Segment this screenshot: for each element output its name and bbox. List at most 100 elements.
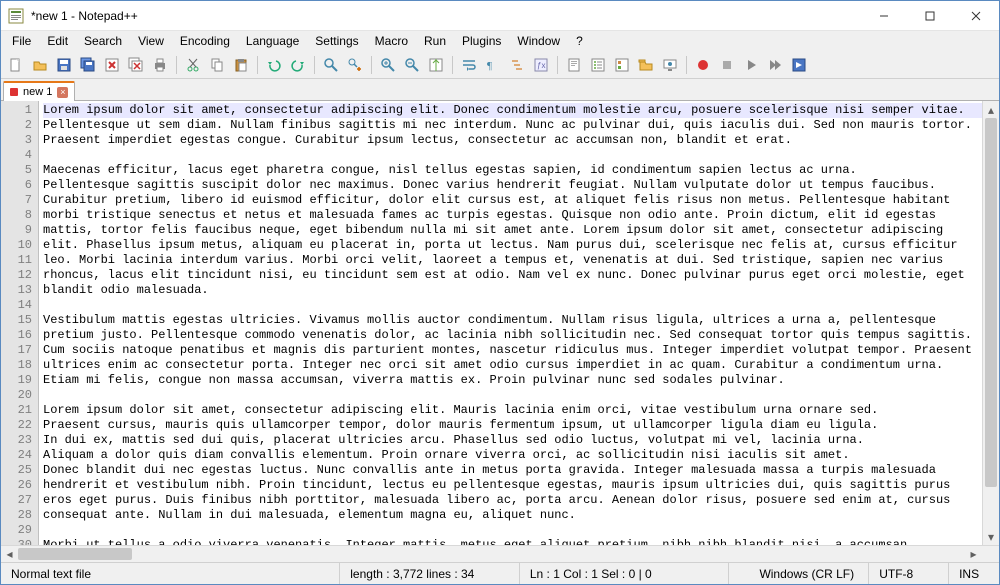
editor-line[interactable]: Donec blandit dui nec egestas luctus. Nu… xyxy=(43,463,995,478)
editor-line[interactable]: Pellentesque ut sem diam. Nullam finibus… xyxy=(43,118,995,133)
line-number: 25 xyxy=(1,463,32,478)
editor-line[interactable] xyxy=(43,298,995,313)
replace-icon[interactable] xyxy=(344,54,366,76)
doc-map-icon[interactable] xyxy=(563,54,585,76)
editor-line[interactable]: Lorem ipsum dolor sit amet, consectetur … xyxy=(43,403,995,418)
editor-line[interactable]: eros eget purus. Duis finibus nibh portt… xyxy=(43,493,995,508)
open-file-icon[interactable] xyxy=(29,54,51,76)
close-button[interactable] xyxy=(953,1,999,31)
tab-close-icon[interactable]: × xyxy=(57,87,68,98)
menu-settings[interactable]: Settings xyxy=(308,32,365,50)
title-bar: *new 1 - Notepad++ xyxy=(1,1,999,31)
close-all-icon[interactable] xyxy=(125,54,147,76)
editor-line[interactable]: Praesent cursus, mauris quis ullamcorper… xyxy=(43,418,995,433)
minimize-button[interactable] xyxy=(861,1,907,31)
menu-plugins[interactable]: Plugins xyxy=(455,32,508,50)
menu-bar: FileEditSearchViewEncodingLanguageSettin… xyxy=(1,31,999,51)
editor-line[interactable]: Aliquam a dolor quis diam convallis elem… xyxy=(43,448,995,463)
copy-icon[interactable] xyxy=(206,54,228,76)
scrollbar-thumb[interactable] xyxy=(985,118,997,487)
editor-line[interactable]: consequat ante. Nullam in dui malesuada,… xyxy=(43,508,995,523)
tab-new-1[interactable]: new 1 × xyxy=(3,81,75,101)
zoom-in-icon[interactable] xyxy=(377,54,399,76)
menu-macro[interactable]: Macro xyxy=(368,32,415,50)
play-macro-icon[interactable] xyxy=(740,54,762,76)
editor-line[interactable]: Pellentesque sagittis suscipit dolor nec… xyxy=(43,178,995,193)
menu-search[interactable]: Search xyxy=(77,32,129,50)
play-multiple-icon[interactable] xyxy=(764,54,786,76)
toolbar: ¶ ƒx xyxy=(1,51,999,79)
editor-line[interactable]: elit. Phasellus ipsum metus, aliquam eu … xyxy=(43,238,995,253)
save-icon[interactable] xyxy=(53,54,75,76)
editor-line[interactable] xyxy=(43,523,995,538)
status-eol[interactable]: Windows (CR LF) xyxy=(749,563,869,584)
horizontal-scrollbar[interactable]: ◂ ▸ xyxy=(1,545,999,562)
vertical-scrollbar[interactable]: ▴ ▾ xyxy=(982,101,999,545)
stop-macro-icon[interactable] xyxy=(716,54,738,76)
line-number: 29 xyxy=(1,523,32,538)
editor-line[interactable] xyxy=(43,148,995,163)
print-icon[interactable] xyxy=(149,54,171,76)
zoom-out-icon[interactable] xyxy=(401,54,423,76)
scroll-up-icon[interactable]: ▴ xyxy=(983,101,999,118)
menu-file[interactable]: File xyxy=(5,32,38,50)
editor-line[interactable]: hendrerit et vestibulum nibh. Proin tinc… xyxy=(43,478,995,493)
scrollbar-thumb[interactable] xyxy=(18,548,132,560)
undo-icon[interactable] xyxy=(263,54,285,76)
editor-line[interactable]: rhoncus, lacus elit tincidunt nisi, eu t… xyxy=(43,268,995,283)
menu-window[interactable]: Window xyxy=(510,32,567,50)
line-number: 8 xyxy=(1,208,32,223)
scroll-right-icon[interactable]: ▸ xyxy=(965,546,982,562)
editor-line[interactable]: leo. Morbi lacinia interdum varius. Morb… xyxy=(43,253,995,268)
function-list-icon[interactable] xyxy=(611,54,633,76)
text-editor[interactable]: Lorem ipsum dolor sit amet, consectetur … xyxy=(39,101,999,562)
maximize-button[interactable] xyxy=(907,1,953,31)
word-wrap-icon[interactable] xyxy=(458,54,480,76)
editor-line[interactable]: Cum sociis natoque penatibus et magnis d… xyxy=(43,343,995,358)
sync-vertical-icon[interactable] xyxy=(425,54,447,76)
menu-run[interactable]: Run xyxy=(417,32,453,50)
editor-line[interactable]: morbi tristique senectus et netus et mal… xyxy=(43,208,995,223)
new-file-icon[interactable] xyxy=(5,54,27,76)
close-file-icon[interactable] xyxy=(101,54,123,76)
editor-line[interactable]: Praesent imperdiet egestas congue. Curab… xyxy=(43,133,995,148)
line-number: 4 xyxy=(1,148,32,163)
menu-view[interactable]: View xyxy=(131,32,171,50)
redo-icon[interactable] xyxy=(287,54,309,76)
save-all-icon[interactable] xyxy=(77,54,99,76)
line-number: 24 xyxy=(1,448,32,463)
menu-language[interactable]: Language xyxy=(239,32,306,50)
scroll-left-icon[interactable]: ◂ xyxy=(1,546,18,562)
monitor-icon[interactable] xyxy=(659,54,681,76)
cut-icon[interactable] xyxy=(182,54,204,76)
editor-line[interactable]: blandit odio malesuada. xyxy=(43,283,995,298)
menu-help[interactable]: ? xyxy=(569,32,590,50)
paste-icon[interactable] xyxy=(230,54,252,76)
editor-line[interactable]: Vestibulum mattis egestas ultricies. Viv… xyxy=(43,313,995,328)
editor-line[interactable]: Etiam mi felis, congue non massa accumsa… xyxy=(43,373,995,388)
editor-line[interactable]: Curabitur pretium, libero id euismod eff… xyxy=(43,193,995,208)
editor-line[interactable]: pretium justo. Pellentesque commodo vene… xyxy=(43,328,995,343)
doc-list-icon[interactable] xyxy=(587,54,609,76)
editor-line[interactable]: mattis, tortor felis faucibus neque, ege… xyxy=(43,223,995,238)
scroll-down-icon[interactable]: ▾ xyxy=(983,528,999,545)
save-macro-icon[interactable] xyxy=(788,54,810,76)
editor-line[interactable]: Maecenas efficitur, lacus eget pharetra … xyxy=(43,163,995,178)
line-number: 15 xyxy=(1,313,32,328)
user-lang-icon[interactable]: ƒx xyxy=(530,54,552,76)
editor-line[interactable]: In dui ex, mattis sed dui quis, placerat… xyxy=(43,433,995,448)
menu-edit[interactable]: Edit xyxy=(40,32,75,50)
line-number: 21 xyxy=(1,403,32,418)
indent-guide-icon[interactable] xyxy=(506,54,528,76)
status-encoding[interactable]: UTF-8 xyxy=(869,563,949,584)
folder-workspace-icon[interactable] xyxy=(635,54,657,76)
find-icon[interactable] xyxy=(320,54,342,76)
status-insert-mode[interactable]: INS xyxy=(949,563,999,584)
tab-dirty-icon xyxy=(10,88,18,96)
record-macro-icon[interactable] xyxy=(692,54,714,76)
menu-encoding[interactable]: Encoding xyxy=(173,32,237,50)
show-all-chars-icon[interactable]: ¶ xyxy=(482,54,504,76)
editor-line[interactable]: ultrices enim ac consectetur porta. Inte… xyxy=(43,358,995,373)
editor-line[interactable]: Lorem ipsum dolor sit amet, consectetur … xyxy=(43,103,995,118)
editor-line[interactable] xyxy=(43,388,995,403)
